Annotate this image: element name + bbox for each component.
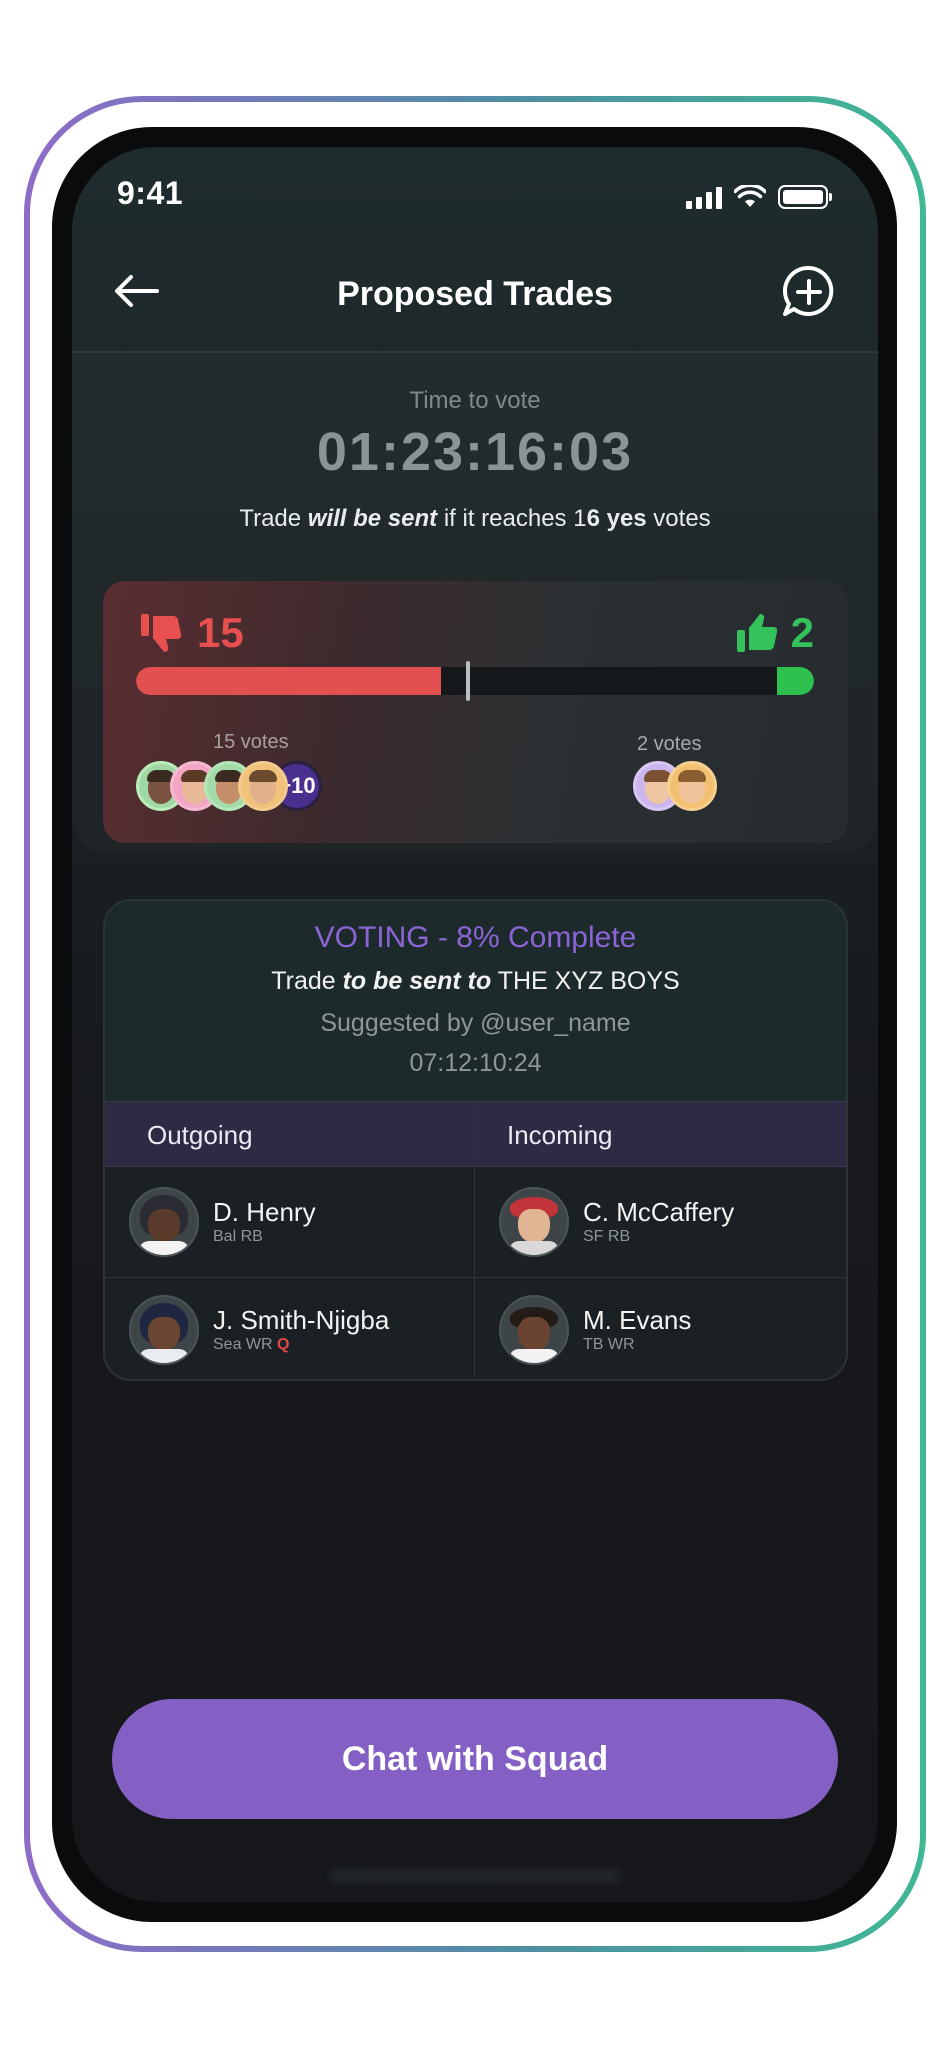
vote-panel: Time to vote 01:23:16:03 Trade will be s… xyxy=(72,353,878,853)
player-meta: Bal RB xyxy=(213,1228,263,1245)
yes-votes-label: 2 votes xyxy=(637,733,702,755)
time-to-vote-label: Time to vote xyxy=(409,387,541,414)
avatar xyxy=(238,761,288,811)
player-name: J. Smith-Njigba xyxy=(213,1305,390,1335)
avatar xyxy=(667,761,717,811)
yes-votes-count: 2 xyxy=(735,609,814,657)
new-chat-button[interactable] xyxy=(780,263,838,321)
outgoing-header: Outgoing xyxy=(147,1120,253,1150)
player-row-outgoing-1[interactable]: D. Henry Bal RB xyxy=(129,1187,316,1257)
page-title: Proposed Trades xyxy=(337,275,613,313)
suggested-by: Suggested by @user_name xyxy=(320,1009,631,1037)
player-name: M. Evans xyxy=(583,1305,692,1335)
trade-table-header: Outgoing Incoming xyxy=(105,1101,846,1167)
player-row-incoming-1[interactable]: C. McCaffery SF RB xyxy=(499,1187,734,1257)
battery-icon xyxy=(778,185,832,209)
yes-voters-avatars[interactable] xyxy=(633,761,717,811)
vote-progress-bar xyxy=(136,667,814,695)
incoming-header: Incoming xyxy=(507,1120,613,1150)
status-time: 9:41 xyxy=(117,175,184,211)
no-votes-label: 15 votes xyxy=(213,731,289,753)
app-screen: 9:41 Proposed Trades Time to vote 01:23:… xyxy=(72,147,878,1902)
player-avatar xyxy=(499,1187,569,1257)
player-avatar xyxy=(499,1295,569,1365)
add-chat-icon xyxy=(783,265,834,316)
thumbs-down-icon xyxy=(141,614,182,652)
no-votes-bar xyxy=(136,667,442,695)
player-meta: TB WR xyxy=(583,1336,635,1353)
status-icons xyxy=(686,185,832,209)
player-avatar xyxy=(129,1295,199,1365)
player-row-incoming-2[interactable]: M. Evans TB WR xyxy=(499,1295,691,1365)
trade-timestamp: 07:12:10:24 xyxy=(409,1049,542,1077)
signal-icon xyxy=(686,187,722,209)
player-meta: SF RB xyxy=(583,1228,631,1245)
player-name: C. McCaffery xyxy=(583,1197,735,1227)
trade-card-header: VOTING - 8% Complete Trade to be sent to… xyxy=(105,901,846,1101)
trade-destination: Trade to be sent to THE XYZ BOYS xyxy=(271,967,680,995)
vote-countdown: 01:23:16:03 xyxy=(316,422,634,482)
injury-status-badge: Q xyxy=(277,1336,290,1353)
player-row-outgoing-2[interactable]: J. Smith-Njigba Sea WR Q xyxy=(129,1295,389,1365)
wifi-icon xyxy=(734,185,766,207)
trade-card[interactable]: VOTING - 8% Complete Trade to be sent to… xyxy=(103,899,848,1381)
vote-tally-card: 15 2 15 votes 2 votes +10 xyxy=(103,581,848,843)
yes-votes-bar xyxy=(776,667,814,695)
player-name: D. Henry xyxy=(213,1197,316,1227)
threshold-marker xyxy=(466,661,470,701)
player-avatar xyxy=(129,1187,199,1257)
no-voters-avatars[interactable]: +10 xyxy=(136,761,322,811)
player-meta: Sea WR Q xyxy=(213,1336,290,1353)
row-divider xyxy=(105,1277,846,1278)
no-votes-count: 15 xyxy=(139,609,244,657)
chat-with-squad-button[interactable]: Chat with Squad xyxy=(112,1699,838,1819)
column-divider xyxy=(474,1101,475,1379)
vote-threshold-text: Trade will be sent if it reaches 16 yes … xyxy=(239,505,711,532)
home-indicator xyxy=(330,1869,620,1883)
thumbs-up-icon xyxy=(736,614,777,652)
voting-status: VOTING - 8% Complete xyxy=(314,921,637,954)
